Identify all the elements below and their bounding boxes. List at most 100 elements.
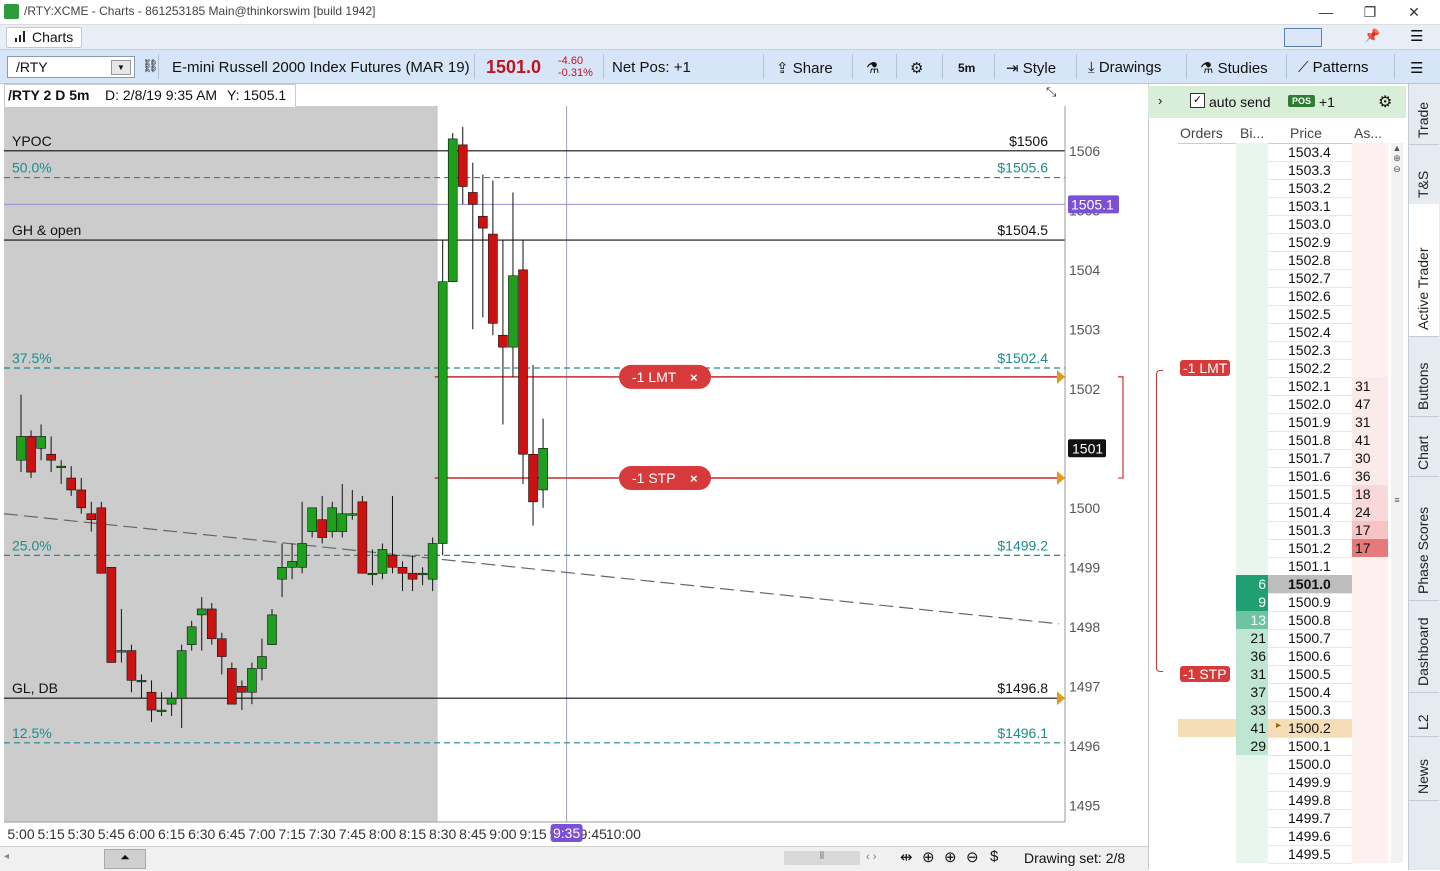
- ladder-price[interactable]: 1500.7: [1288, 630, 1331, 646]
- link-icon[interactable]: ⛓: [142, 58, 159, 74]
- ladder-row[interactable]: 1501.8 41: [1178, 431, 1388, 450]
- ladder-price[interactable]: 1500.1: [1288, 738, 1331, 754]
- crosshair-icon[interactable]: ⊕: [922, 848, 935, 866]
- ladder-price[interactable]: 1501.9: [1288, 414, 1331, 430]
- ask-cell[interactable]: [1352, 611, 1388, 629]
- ladder-row[interactable]: 1501.0 6: [1178, 575, 1388, 594]
- ladder-row[interactable]: 1501.1: [1178, 557, 1388, 576]
- price-chart[interactable]: YPOC $1506 50.0% $1505.6 GH & open $1504.5 37.…: [0, 84, 1148, 846]
- ladder-row[interactable]: 1501.4 24: [1178, 503, 1388, 522]
- side-tab-buttons[interactable]: Buttons: [1409, 336, 1439, 417]
- bid-cell[interactable]: [1236, 215, 1268, 233]
- bid-cell[interactable]: [1236, 377, 1268, 395]
- bid-cell[interactable]: [1236, 755, 1268, 773]
- ladder-row[interactable]: 1499.7: [1178, 809, 1388, 828]
- ask-cell[interactable]: [1352, 305, 1388, 323]
- bid-cell[interactable]: [1236, 143, 1268, 161]
- col-bid[interactable]: Bi...: [1240, 125, 1264, 141]
- ladder-row[interactable]: 1500.2 41 ▸: [1178, 719, 1388, 738]
- bid-cell[interactable]: [1236, 845, 1268, 863]
- ladder-row[interactable]: 1502.2 -1 LMT: [1178, 359, 1388, 378]
- ladder-price[interactable]: 1501.2: [1288, 540, 1331, 556]
- ladder-price[interactable]: 1501.3: [1288, 522, 1331, 538]
- ask-cell[interactable]: [1352, 341, 1388, 359]
- ladder-price[interactable]: 1500.8: [1288, 612, 1331, 628]
- bid-cell[interactable]: [1236, 773, 1268, 791]
- ladder-price[interactable]: 1502.8: [1288, 252, 1331, 268]
- ladder-price[interactable]: 1499.7: [1288, 810, 1331, 826]
- bid-cell[interactable]: [1236, 413, 1268, 431]
- side-tab-active-trader[interactable]: Active Trader: [1409, 204, 1439, 337]
- scroll-left-icon[interactable]: ◂: [4, 851, 9, 862]
- ladder-price[interactable]: 1502.4: [1288, 324, 1331, 340]
- ask-cell[interactable]: [1352, 359, 1388, 377]
- bid-cell[interactable]: [1236, 431, 1268, 449]
- ladder-row[interactable]: 1501.2 17: [1178, 539, 1388, 558]
- ask-cell[interactable]: [1352, 251, 1388, 269]
- ladder-row[interactable]: 1500.9 9: [1178, 593, 1388, 612]
- ladder-price[interactable]: 1503.3: [1288, 162, 1331, 178]
- ladder-price[interactable]: 1502.0: [1288, 396, 1331, 412]
- pin-icon[interactable]: 📌: [1364, 28, 1380, 44]
- restore-button[interactable]: ❐: [1348, 2, 1392, 22]
- side-tab-trade[interactable]: Trade: [1409, 84, 1439, 145]
- ask-cell[interactable]: [1352, 737, 1388, 755]
- ladder-row[interactable]: 1500.7 21: [1178, 629, 1388, 648]
- ladder-row[interactable]: 1500.0: [1178, 755, 1388, 774]
- ask-cell[interactable]: [1352, 557, 1388, 575]
- ladder-row[interactable]: 1500.5 31 -1 STP: [1178, 665, 1388, 684]
- ask-cell[interactable]: [1352, 269, 1388, 287]
- ladder-price[interactable]: 1499.6: [1288, 828, 1331, 844]
- ladder-price[interactable]: 1499.9: [1288, 774, 1331, 790]
- ladder-price[interactable]: 1502.6: [1288, 288, 1331, 304]
- col-orders[interactable]: Orders: [1180, 125, 1223, 141]
- ladder-price[interactable]: 1499.8: [1288, 792, 1331, 808]
- bid-cell[interactable]: [1236, 251, 1268, 269]
- price-axis-icon[interactable]: $: [990, 848, 998, 865]
- studies-button[interactable]: ⚗ Studies: [1200, 59, 1268, 77]
- bid-cell[interactable]: [1236, 305, 1268, 323]
- timeframe-selector[interactable]: 5m: [958, 61, 975, 75]
- bid-cell[interactable]: [1236, 341, 1268, 359]
- ladder-price[interactable]: 1501.7: [1288, 450, 1331, 466]
- ladder-row[interactable]: 1501.7 30: [1178, 449, 1388, 468]
- menu-icon[interactable]: ☰: [1410, 27, 1423, 45]
- ask-cell[interactable]: [1352, 647, 1388, 665]
- flask-icon[interactable]: ⚗: [866, 59, 879, 77]
- ladder-price[interactable]: 1501.5: [1288, 486, 1331, 502]
- ladder-price[interactable]: 1500.9: [1288, 594, 1331, 610]
- side-tab-phase-scores[interactable]: Phase Scores: [1409, 476, 1439, 601]
- auto-send-checkbox[interactable]: ✓: [1190, 93, 1205, 108]
- ask-cell[interactable]: [1352, 593, 1388, 611]
- side-tab-dashboard[interactable]: Dashboard: [1409, 600, 1439, 693]
- ask-cell[interactable]: [1352, 755, 1388, 773]
- expand-icon[interactable]: ⤡: [1046, 84, 1056, 100]
- ladder-price[interactable]: 1500.5: [1288, 666, 1331, 682]
- side-tab-news[interactable]: News: [1409, 736, 1439, 801]
- minimize-button[interactable]: —: [1304, 2, 1348, 22]
- ladder-row[interactable]: 1502.1 31: [1178, 377, 1388, 396]
- bid-cell[interactable]: [1236, 395, 1268, 413]
- ask-cell[interactable]: [1352, 143, 1388, 161]
- ladder-row[interactable]: 1500.4 37: [1178, 683, 1388, 702]
- side-tab-t-s[interactable]: T&S: [1409, 144, 1439, 205]
- bid-cell[interactable]: [1236, 179, 1268, 197]
- ask-cell[interactable]: [1352, 575, 1388, 593]
- ladder-price[interactable]: 1502.9: [1288, 234, 1331, 250]
- ladder-price[interactable]: 1503.2: [1288, 180, 1331, 196]
- bid-cell[interactable]: [1236, 287, 1268, 305]
- side-tab-l2[interactable]: L2: [1409, 692, 1439, 737]
- ask-cell[interactable]: [1352, 215, 1388, 233]
- collapse-icon[interactable]: ›: [1158, 93, 1162, 108]
- ladder-row[interactable]: 1499.9: [1178, 773, 1388, 792]
- expand-subgraph-button[interactable]: ⏶: [104, 849, 146, 869]
- ladder-price[interactable]: 1503.4: [1288, 144, 1331, 160]
- ask-cell[interactable]: [1352, 809, 1388, 827]
- ladder-row[interactable]: 1503.1: [1178, 197, 1388, 216]
- list-menu-icon[interactable]: ☰: [1410, 59, 1423, 77]
- ladder-row[interactable]: 1500.8 13: [1178, 611, 1388, 630]
- symbol-selector[interactable]: /RTY ▼: [7, 56, 135, 78]
- ask-cell[interactable]: [1352, 845, 1388, 863]
- ladder-row[interactable]: 1499.5: [1178, 845, 1388, 864]
- ladder-price[interactable]: 1502.5: [1288, 306, 1331, 322]
